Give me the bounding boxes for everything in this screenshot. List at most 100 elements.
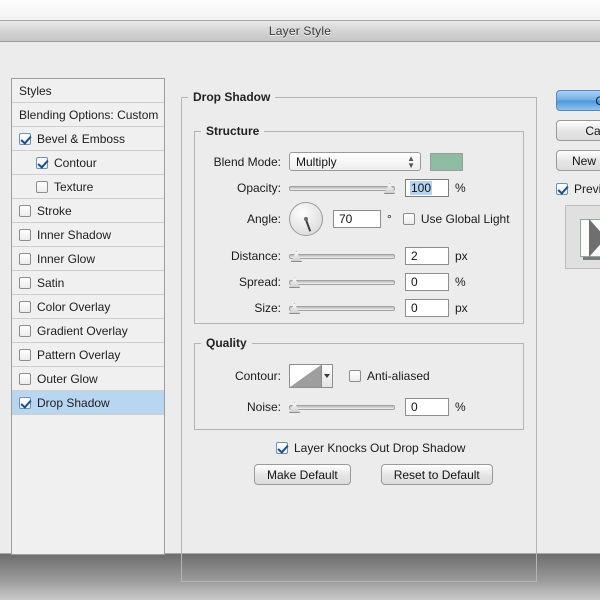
opacity-value: 100 — [410, 181, 433, 195]
styles-list-item-color-overlay[interactable]: Color Overlay — [12, 295, 164, 319]
angle-dial[interactable] — [289, 202, 323, 236]
chevron-down-icon — [324, 374, 331, 378]
checkbox-icon[interactable] — [19, 324, 31, 337]
preview-label: Preview — [574, 182, 600, 196]
blend-mode-select[interactable]: Multiply ▲ ▼ — [289, 152, 421, 171]
styles-list-item-texture[interactable]: Texture — [12, 175, 164, 199]
checkbox-icon[interactable] — [19, 228, 31, 241]
checkbox-icon[interactable] — [19, 348, 31, 361]
blend-mode-label: Blend Mode: — [213, 154, 281, 169]
styles-list-item-label: Inner Glow — [37, 251, 96, 266]
checkbox-icon[interactable] — [19, 396, 31, 409]
styles-list-item-label: Texture — [54, 179, 94, 194]
checkbox-icon[interactable] — [36, 156, 48, 169]
checkbox-icon — [402, 213, 415, 225]
angle-label: Angle: — [246, 212, 281, 226]
noise-slider[interactable] — [289, 400, 395, 414]
styles-list-item-bevel-emboss[interactable]: Bevel & Emboss — [12, 127, 164, 151]
size-slider-track — [289, 306, 395, 311]
layer-knocks-out-checkbox[interactable]: Layer Knocks Out Drop Shadow — [276, 441, 465, 455]
noise-label: Noise: — [246, 400, 281, 414]
contour-curve-thumbnail — [290, 365, 322, 387]
reset-to-default-button[interactable]: Reset to Default — [380, 464, 493, 485]
styles-list-item-gradient-overlay[interactable]: Gradient Overlay — [12, 319, 164, 343]
use-global-light-checkbox[interactable]: Use Global Light — [402, 212, 510, 226]
spread-slider-track — [289, 280, 395, 285]
spread-value: 0 — [411, 275, 418, 289]
preview-checkbox[interactable]: Preview — [556, 182, 600, 196]
checkbox-icon[interactable] — [19, 300, 31, 313]
chevron-updown-icon: ▲ ▼ — [407, 153, 415, 170]
cancel-button[interactable]: Cancel — [556, 120, 600, 141]
styles-list-item-drop-shadow[interactable]: Drop Shadow — [12, 391, 164, 415]
angle-input[interactable]: 70 — [333, 210, 381, 228]
blend-mode-row: Blend Mode: Multiply ▲ ▼ — [203, 152, 513, 171]
noise-slider-track — [289, 405, 395, 410]
angle-dial-hub — [304, 217, 308, 221]
styles-list-item-label: Blending Options: Custom — [19, 107, 159, 122]
dialog-titlebar[interactable]: Layer Style — [0, 21, 600, 42]
checkbox-icon[interactable] — [19, 276, 31, 289]
quality-group: Quality Contour: Anti-aliased Noise: 0 % — [194, 336, 524, 430]
styles-list-item-inner-shadow[interactable]: Inner Shadow — [12, 223, 164, 247]
styles-list-item-satin[interactable]: Satin — [12, 271, 164, 295]
checkbox-icon[interactable] — [36, 180, 48, 193]
blend-mode-value: Multiply — [296, 154, 337, 169]
opacity-slider-track — [289, 186, 395, 191]
spread-label: Spread: — [238, 275, 281, 289]
styles-list-item-outer-glow[interactable]: Outer Glow — [12, 367, 164, 391]
opacity-input[interactable]: 100 — [405, 179, 449, 197]
quality-title: Quality — [206, 336, 247, 350]
opacity-slider[interactable] — [289, 181, 395, 195]
distance-row: Distance: 2 px — [203, 247, 513, 265]
checkbox-icon[interactable] — [19, 204, 31, 217]
size-slider[interactable] — [289, 301, 395, 315]
styles-list-item-label: Color Overlay — [37, 299, 111, 314]
distance-slider[interactable] — [289, 249, 395, 263]
contour-dropdown-button[interactable] — [321, 365, 332, 387]
dialog-actions: OK Cancel New Style... Preview — [556, 90, 600, 269]
styles-list-item-inner-glow[interactable]: Inner Glow — [12, 247, 164, 271]
checkbox-icon[interactable] — [19, 372, 31, 385]
checkbox-icon[interactable] — [19, 132, 31, 145]
distance-label: Distance: — [230, 249, 281, 263]
opacity-unit: % — [455, 181, 466, 195]
structure-group: Structure Blend Mode: Multiply ▲ ▼ Opacit… — [194, 124, 524, 324]
anti-aliased-checkbox[interactable]: Anti-aliased — [349, 369, 430, 383]
styles-list-item-contour[interactable]: Contour — [12, 151, 164, 175]
noise-input[interactable]: 0 — [405, 398, 449, 416]
checkbox-icon — [276, 442, 288, 454]
ok-button[interactable]: OK — [556, 90, 600, 111]
new-style-button[interactable]: New Style... — [556, 150, 600, 171]
contour-label: Contour: — [234, 369, 281, 383]
styles-list-item-blending-options-custom[interactable]: Blending Options: Custom — [12, 103, 164, 127]
styles-list-item-styles[interactable]: Styles — [12, 79, 164, 103]
size-row: Size: 0 px — [203, 299, 513, 317]
size-input[interactable]: 0 — [405, 299, 449, 317]
spread-input[interactable]: 0 — [405, 273, 449, 291]
styles-list-item-stroke[interactable]: Stroke — [12, 199, 164, 223]
checkbox-icon — [349, 370, 361, 382]
distance-unit: px — [455, 249, 468, 263]
shadow-color-swatch[interactable] — [430, 152, 463, 171]
use-global-light-label: Use Global Light — [420, 212, 510, 226]
distance-input[interactable]: 2 — [405, 247, 449, 265]
spread-slider[interactable] — [289, 275, 395, 289]
structure-title: Structure — [206, 124, 260, 138]
size-label: Size: — [254, 301, 281, 315]
spread-unit: % — [455, 275, 466, 289]
opacity-label: Opacity: — [236, 181, 281, 195]
styles-list-item-label: Outer Glow — [37, 371, 98, 386]
checkbox-icon[interactable] — [19, 252, 31, 265]
styles-list-item-label: Drop Shadow — [37, 395, 110, 410]
contour-preset-picker[interactable] — [289, 364, 333, 388]
distance-value: 2 — [411, 249, 418, 263]
angle-row: Angle: 70 ° Use Global Light — [203, 202, 523, 236]
layer-knocks-out-label: Layer Knocks Out Drop Shadow — [294, 441, 466, 455]
drop-shadow-panel-title: Drop Shadow — [193, 90, 271, 104]
make-default-button[interactable]: Make Default — [254, 464, 351, 485]
styles-list-item-label: Stroke — [37, 203, 72, 218]
styles-list-item-pattern-overlay[interactable]: Pattern Overlay — [12, 343, 164, 367]
noise-row: Noise: 0 % — [203, 398, 513, 416]
styles-list[interactable]: Styles Blending Options: Custom Bevel & Em… — [11, 78, 165, 555]
